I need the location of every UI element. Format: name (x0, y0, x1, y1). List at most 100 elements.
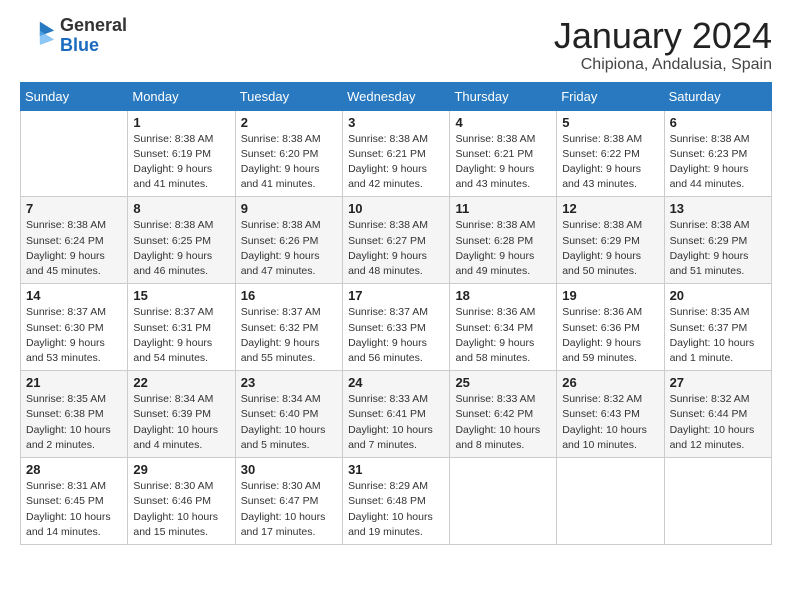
day-number: 21 (26, 375, 122, 390)
day-info: Sunrise: 8:38 AMSunset: 6:25 PMDaylight:… (133, 218, 229, 279)
daylight-text: Daylight: 9 hours and 43 minutes. (455, 162, 551, 192)
day-info: Sunrise: 8:38 AMSunset: 6:23 PMDaylight:… (670, 132, 766, 193)
sunset-text: Sunset: 6:42 PM (455, 407, 551, 422)
daylight-text: Daylight: 10 hours and 10 minutes. (562, 423, 658, 453)
day-info: Sunrise: 8:32 AMSunset: 6:43 PMDaylight:… (562, 392, 658, 453)
sunset-text: Sunset: 6:25 PM (133, 234, 229, 249)
sunrise-text: Sunrise: 8:32 AM (562, 392, 658, 407)
day-info: Sunrise: 8:31 AMSunset: 6:45 PMDaylight:… (26, 479, 122, 540)
day-info: Sunrise: 8:38 AMSunset: 6:20 PMDaylight:… (241, 132, 337, 193)
daylight-text: Daylight: 9 hours and 44 minutes. (670, 162, 766, 192)
header-sunday: Sunday (21, 82, 128, 110)
calendar-cell: 25Sunrise: 8:33 AMSunset: 6:42 PMDayligh… (450, 371, 557, 458)
sunrise-text: Sunrise: 8:37 AM (26, 305, 122, 320)
sunrise-text: Sunrise: 8:34 AM (133, 392, 229, 407)
day-number: 7 (26, 201, 122, 216)
sunrise-text: Sunrise: 8:38 AM (348, 132, 444, 147)
header-monday: Monday (128, 82, 235, 110)
day-number: 5 (562, 115, 658, 130)
day-number: 26 (562, 375, 658, 390)
calendar-cell: 26 Sunrise: 8:32 AMSunset: 6:43 PMDayligh… (557, 371, 664, 458)
sunset-text: Sunset: 6:48 PM (348, 494, 444, 509)
daylight-text: Daylight: 9 hours and 43 minutes. (562, 162, 658, 192)
sunrise-text: Sunrise: 8:38 AM (670, 218, 766, 233)
day-number: 19 (562, 288, 658, 303)
header-wednesday: Wednesday (343, 82, 450, 110)
day-number: 27 (670, 375, 766, 390)
sunrise-text: Sunrise: 8:37 AM (348, 305, 444, 320)
week-row-1: 7Sunrise: 8:38 AMSunset: 6:24 PMDaylight… (21, 197, 772, 284)
calendar-cell: 23Sunrise: 8:34 AMSunset: 6:40 PMDayligh… (235, 371, 342, 458)
sunset-text: Sunset: 6:24 PM (26, 234, 122, 249)
calendar-cell: 28Sunrise: 8:31 AMSunset: 6:45 PMDayligh… (21, 458, 128, 545)
day-info: Sunrise: 8:30 AMSunset: 6:46 PMDaylight:… (133, 479, 229, 540)
logo-text: General Blue (60, 16, 127, 56)
day-number: 6 (670, 115, 766, 130)
daylight-text: Daylight: 9 hours and 41 minutes. (241, 162, 337, 192)
header-row: SundayMondayTuesdayWednesdayThursdayFrid… (21, 82, 772, 110)
daylight-text: Daylight: 10 hours and 5 minutes. (241, 423, 337, 453)
day-number: 9 (241, 201, 337, 216)
calendar-cell: 7 Sunrise: 8:38 AMSunset: 6:24 PMDaylight… (21, 197, 128, 284)
sunset-text: Sunset: 6:20 PM (241, 147, 337, 162)
day-number: 18 (455, 288, 551, 303)
day-info: Sunrise: 8:38 AMSunset: 6:19 PMDaylight:… (133, 132, 229, 193)
sunset-text: Sunset: 6:38 PM (26, 407, 122, 422)
sunset-text: Sunset: 6:36 PM (562, 321, 658, 336)
calendar-cell: 14Sunrise: 8:37 AMSunset: 6:30 PMDayligh… (21, 284, 128, 371)
day-number: 24 (348, 375, 444, 390)
sunset-text: Sunset: 6:44 PM (670, 407, 766, 422)
calendar-cell: 10Sunrise: 8:38 AMSunset: 6:27 PMDayligh… (343, 197, 450, 284)
daylight-text: Daylight: 9 hours and 54 minutes. (133, 336, 229, 366)
calendar-table: SundayMondayTuesdayWednesdayThursdayFrid… (20, 82, 772, 545)
sunrise-text: Sunrise: 8:35 AM (670, 305, 766, 320)
sunset-text: Sunset: 6:30 PM (26, 321, 122, 336)
sunrise-text: Sunrise: 8:30 AM (133, 479, 229, 494)
sunrise-text: Sunrise: 8:33 AM (455, 392, 551, 407)
sunset-text: Sunset: 6:39 PM (133, 407, 229, 422)
daylight-text: Daylight: 10 hours and 7 minutes. (348, 423, 444, 453)
daylight-text: Daylight: 10 hours and 12 minutes. (670, 423, 766, 453)
day-info: Sunrise: 8:38 AMSunset: 6:29 PMDaylight:… (562, 218, 658, 279)
week-row-2: 14Sunrise: 8:37 AMSunset: 6:30 PMDayligh… (21, 284, 772, 371)
daylight-text: Daylight: 9 hours and 50 minutes. (562, 249, 658, 279)
daylight-text: Daylight: 9 hours and 46 minutes. (133, 249, 229, 279)
calendar-cell: 17Sunrise: 8:37 AMSunset: 6:33 PMDayligh… (343, 284, 450, 371)
day-number: 8 (133, 201, 229, 216)
sunset-text: Sunset: 6:19 PM (133, 147, 229, 162)
sunrise-text: Sunrise: 8:30 AM (241, 479, 337, 494)
daylight-text: Daylight: 10 hours and 2 minutes. (26, 423, 122, 453)
sunrise-text: Sunrise: 8:36 AM (562, 305, 658, 320)
header: General Blue January 2024 Chipiona, Anda… (20, 16, 772, 74)
calendar-cell (664, 458, 771, 545)
calendar-cell: 29Sunrise: 8:30 AMSunset: 6:46 PMDayligh… (128, 458, 235, 545)
sunrise-text: Sunrise: 8:38 AM (562, 218, 658, 233)
daylight-text: Daylight: 10 hours and 4 minutes. (133, 423, 229, 453)
day-info: Sunrise: 8:37 AMSunset: 6:30 PMDaylight:… (26, 305, 122, 366)
day-info: Sunrise: 8:38 AMSunset: 6:27 PMDaylight:… (348, 218, 444, 279)
daylight-text: Daylight: 9 hours and 51 minutes. (670, 249, 766, 279)
sunrise-text: Sunrise: 8:34 AM (241, 392, 337, 407)
day-number: 22 (133, 375, 229, 390)
calendar-cell: 9Sunrise: 8:38 AMSunset: 6:26 PMDaylight… (235, 197, 342, 284)
day-info: Sunrise: 8:34 AMSunset: 6:39 PMDaylight:… (133, 392, 229, 453)
sunset-text: Sunset: 6:21 PM (348, 147, 444, 162)
sunrise-text: Sunrise: 8:33 AM (348, 392, 444, 407)
calendar-cell: 30Sunrise: 8:30 AMSunset: 6:47 PMDayligh… (235, 458, 342, 545)
logo: General Blue (20, 16, 127, 56)
sunset-text: Sunset: 6:47 PM (241, 494, 337, 509)
daylight-text: Daylight: 10 hours and 14 minutes. (26, 510, 122, 540)
sunset-text: Sunset: 6:23 PM (670, 147, 766, 162)
day-info: Sunrise: 8:38 AMSunset: 6:21 PMDaylight:… (455, 132, 551, 193)
title-month: January 2024 (554, 16, 772, 56)
day-number: 2 (241, 115, 337, 130)
day-info: Sunrise: 8:35 AMSunset: 6:37 PMDaylight:… (670, 305, 766, 366)
sunset-text: Sunset: 6:22 PM (562, 147, 658, 162)
sunrise-text: Sunrise: 8:38 AM (133, 132, 229, 147)
header-thursday: Thursday (450, 82, 557, 110)
calendar-cell (450, 458, 557, 545)
week-row-0: 1Sunrise: 8:38 AMSunset: 6:19 PMDaylight… (21, 110, 772, 197)
day-info: Sunrise: 8:38 AMSunset: 6:24 PMDaylight:… (26, 218, 122, 279)
day-info: Sunrise: 8:38 AMSunset: 6:29 PMDaylight:… (670, 218, 766, 279)
day-number: 1 (133, 115, 229, 130)
